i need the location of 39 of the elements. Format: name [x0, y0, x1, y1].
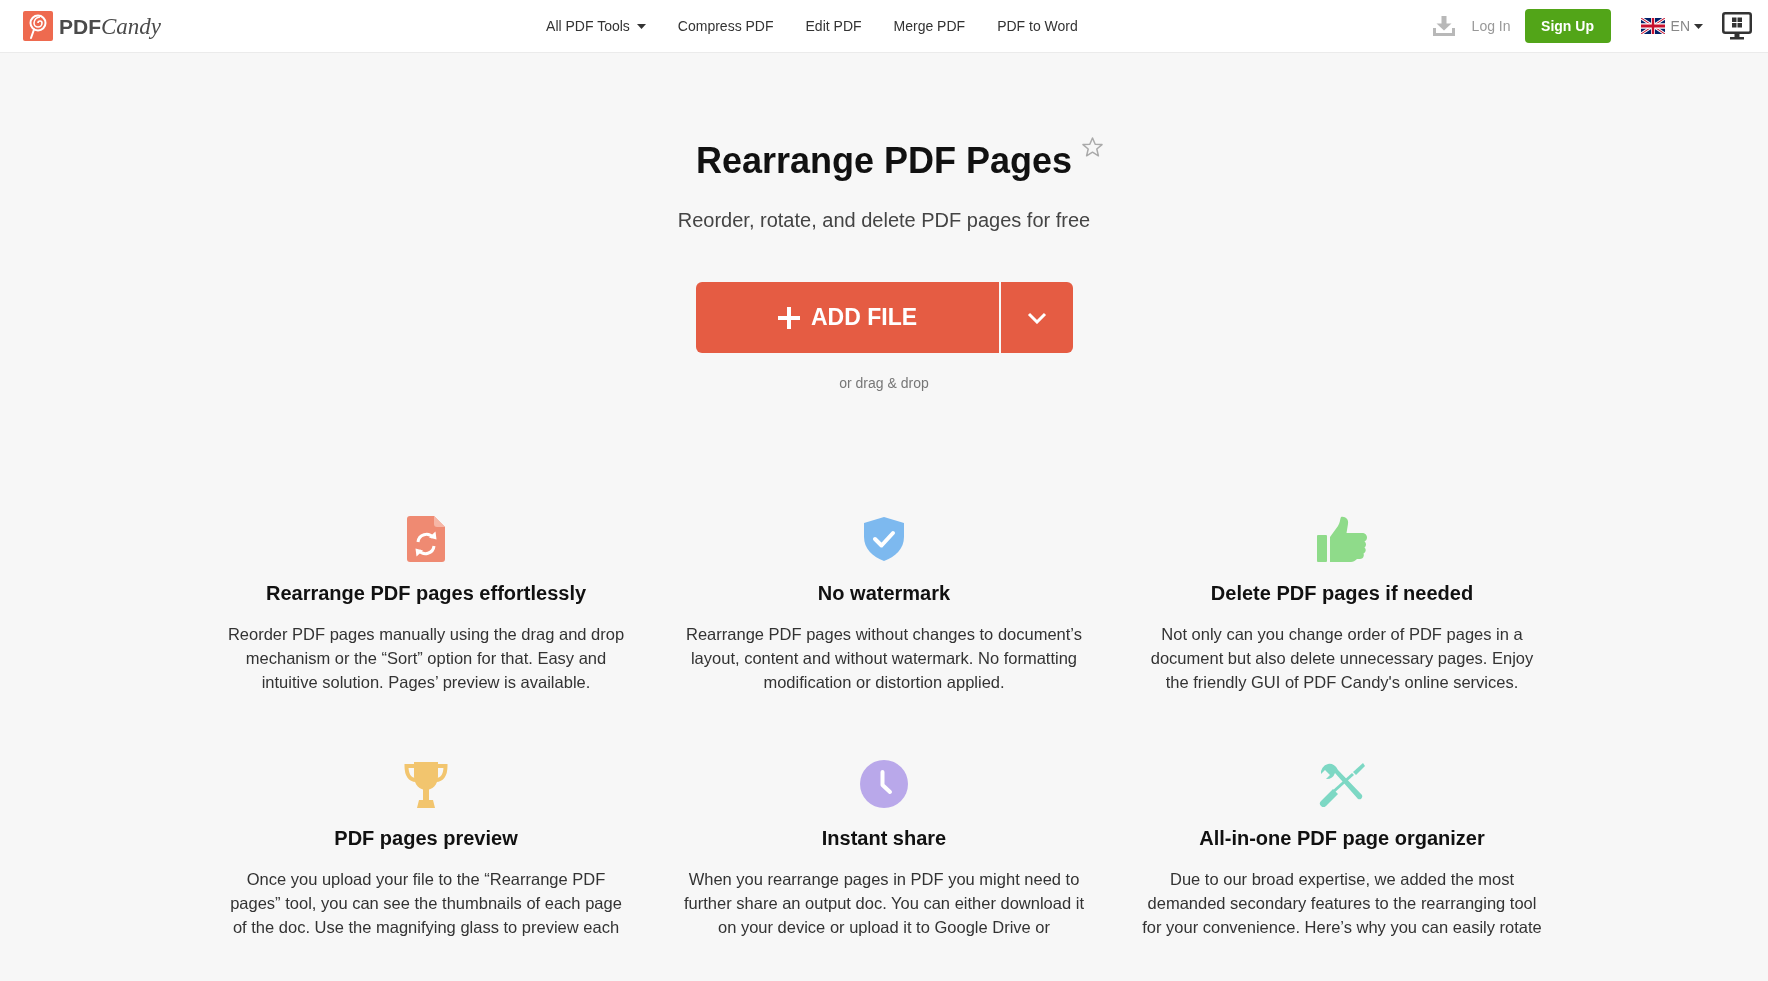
flag-icon	[1640, 18, 1665, 34]
logo-link[interactable]: PDFCandy	[23, 11, 162, 41]
monitor-icon[interactable]	[1722, 12, 1752, 40]
feature-title: All-in-one PDF page organizer	[1199, 826, 1485, 851]
feature-title: Instant share	[821, 826, 947, 851]
feature-title: Rearrange PDF pages effortlessly	[265, 581, 587, 606]
wrench-screwdriver-icon	[1318, 761, 1366, 807]
feature-description: Once you upload your file to the “Rearrange PDF pages” tool, you can see the thumbnails of each page of the doc. Use the magnifying glass to preview each	[229, 869, 623, 938]
page-subtitle: Reorder, rotate, and delete PDF pages for free	[677, 208, 1091, 233]
document-refresh-icon	[407, 516, 445, 562]
feature-description: Rearrange PDF pages without changes to document’s layout, content and without watermark. No formatting modification or distortion applied.	[685, 624, 1083, 693]
caret-icon	[636, 23, 646, 29]
star-icon[interactable]	[1082, 137, 1104, 157]
feature-title: Delete PDF pages if needed	[1210, 581, 1474, 606]
caret-icon	[1694, 23, 1703, 29]
nav-link[interactable]: Merge PDF	[893, 15, 966, 37]
add-file-button[interactable]: ADD FILE	[695, 282, 999, 353]
drag-drop-hint: or drag & drop	[839, 374, 929, 393]
nav-link[interactable]: PDF to Word	[997, 15, 1078, 37]
thumbs-up-icon	[1317, 516, 1367, 562]
feature-description: When you rearrange pages in PDF you might need to further share an output doc. You can either download it on your device or upload it to Google Drive or	[683, 869, 1085, 938]
trophy-icon	[402, 760, 450, 808]
shield-check-icon	[864, 517, 904, 561]
feature-description: Reorder PDF pages manually using the drag and drop mechanism or the “Sort” option for that. Easy and intuitive solution. Pages’ preview is available.	[226, 624, 626, 693]
nav-link[interactable]: Edit PDF	[805, 15, 862, 37]
nav-link[interactable]: Compress PDF	[677, 15, 774, 37]
clock-icon	[860, 760, 908, 808]
chevron-down-icon	[1026, 311, 1047, 324]
feature-title: No watermark	[817, 581, 951, 606]
plus-icon	[776, 305, 801, 330]
feature-description: Due to our broad expertise, we added the most demanded secondary features to the rearranging tool for your convenience. Here’s why you can easily rotate	[1141, 869, 1543, 938]
lollipop-logo-icon	[23, 11, 53, 41]
download-icon[interactable]	[1432, 16, 1455, 36]
nav-dropdown[interactable]: All PDF Tools	[546, 15, 646, 37]
feature-description: Not only can you change order of PDF pages in a document but also delete unnecessary pages. Enjoy the friendly GUI of PDF Candy's online services.	[1149, 624, 1535, 693]
feature-title: PDF pages preview	[334, 826, 518, 851]
dropdown-button[interactable]	[1000, 282, 1073, 353]
language-selector[interactable]: EN	[1640, 15, 1703, 37]
page-title: Rearrange PDF Pages	[695, 139, 1073, 183]
